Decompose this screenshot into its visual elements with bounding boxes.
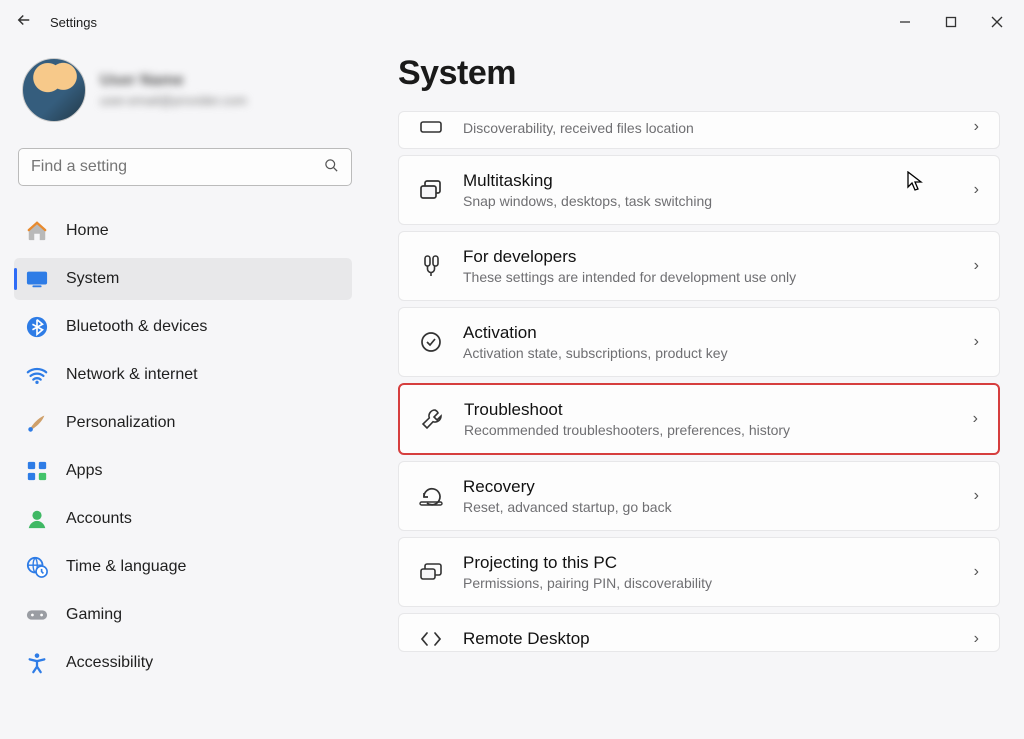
brush-icon <box>26 412 48 434</box>
accounts-icon <box>26 508 48 530</box>
wrench-icon <box>420 407 456 431</box>
chevron-right-icon: › <box>973 410 978 428</box>
close-button[interactable] <box>974 6 1020 38</box>
sidebar-item-label: Accounts <box>66 510 132 528</box>
system-icon <box>26 268 48 290</box>
minimize-button[interactable] <box>882 6 928 38</box>
sidebar-item-label: Bluetooth & devices <box>66 318 207 336</box>
chevron-right-icon: › <box>974 333 979 351</box>
check-circle-icon <box>419 330 455 354</box>
profile-name: User Name <box>100 72 247 90</box>
card-for-developers[interactable]: For developers These settings are intend… <box>398 231 1000 301</box>
sidebar-item-accessibility[interactable]: Accessibility <box>14 642 352 684</box>
chevron-right-icon: › <box>974 487 979 505</box>
card-nearby-sharing[interactable]: Discoverability, received files location… <box>398 111 1000 149</box>
profile-block[interactable]: User Name user.email@provider.com <box>18 54 352 136</box>
sidebar-item-label: System <box>66 270 119 288</box>
chevron-right-icon: › <box>974 630 979 648</box>
wifi-icon <box>26 364 48 386</box>
sidebar-item-label: Gaming <box>66 606 122 624</box>
card-title: Recovery <box>463 477 974 497</box>
home-icon <box>26 220 48 242</box>
bluetooth-icon <box>26 316 48 338</box>
card-troubleshoot[interactable]: Troubleshoot Recommended troubleshooters… <box>398 383 1000 455</box>
sidebar-item-label: Network & internet <box>66 366 198 384</box>
gamepad-icon <box>26 604 48 626</box>
sidebar-item-gaming[interactable]: Gaming <box>14 594 352 636</box>
globe-clock-icon <box>26 556 48 578</box>
card-subtitle: Activation state, subscriptions, product… <box>463 345 974 361</box>
dev-icon <box>419 254 455 278</box>
profile-email: user.email@provider.com <box>100 93 247 108</box>
sidebar-item-label: Time & language <box>66 558 186 576</box>
main-container: User Name user.email@provider.com Home <box>0 44 1024 739</box>
back-button[interactable] <box>4 11 44 34</box>
card-subtitle: Reset, advanced startup, go back <box>463 499 974 515</box>
nav-list: Home System Bluetooth & devices Network … <box>14 210 352 684</box>
card-title: Projecting to this PC <box>463 553 974 573</box>
page-title: System <box>398 54 1000 93</box>
maximize-button[interactable] <box>928 6 974 38</box>
accessibility-icon <box>26 652 48 674</box>
sidebar-item-label: Personalization <box>66 414 175 432</box>
project-icon <box>419 562 455 582</box>
apps-icon <box>26 460 48 482</box>
sidebar: User Name user.email@provider.com Home <box>0 44 370 739</box>
card-remote-desktop[interactable]: Remote Desktop › <box>398 613 1000 652</box>
search-icon <box>324 158 339 177</box>
sidebar-item-apps[interactable]: Apps <box>14 450 352 492</box>
settings-card-list: Discoverability, received files location… <box>398 111 1000 652</box>
window-controls <box>882 6 1020 38</box>
chevron-right-icon: › <box>974 563 979 581</box>
card-subtitle: These settings are intended for developm… <box>463 269 974 285</box>
sidebar-item-label: Accessibility <box>66 654 153 672</box>
sidebar-item-accounts[interactable]: Accounts <box>14 498 352 540</box>
card-projecting[interactable]: Projecting to this PC Permissions, pairi… <box>398 537 1000 607</box>
card-title: Activation <box>463 323 974 343</box>
search-box[interactable] <box>18 148 352 186</box>
search-input[interactable] <box>31 158 324 176</box>
sidebar-item-bluetooth[interactable]: Bluetooth & devices <box>14 306 352 348</box>
card-title: Multitasking <box>463 171 974 191</box>
card-activation[interactable]: Activation Activation state, subscriptio… <box>398 307 1000 377</box>
sidebar-item-home[interactable]: Home <box>14 210 352 252</box>
sidebar-item-label: Home <box>66 222 109 240</box>
sidebar-item-network[interactable]: Network & internet <box>14 354 352 396</box>
nearby-icon <box>419 118 455 136</box>
sidebar-item-label: Apps <box>66 462 102 480</box>
chevron-right-icon: › <box>974 181 979 199</box>
chevron-right-icon: › <box>974 118 979 136</box>
sidebar-item-system[interactable]: System <box>14 258 352 300</box>
card-subtitle: Discoverability, received files location <box>463 120 974 136</box>
titlebar: Settings <box>0 0 1024 44</box>
card-subtitle: Permissions, pairing PIN, discoverabilit… <box>463 575 974 591</box>
avatar <box>22 58 86 122</box>
card-recovery[interactable]: Recovery Reset, advanced startup, go bac… <box>398 461 1000 531</box>
card-subtitle: Recommended troubleshooters, preferences… <box>464 422 973 438</box>
card-subtitle: Snap windows, desktops, task switching <box>463 193 974 209</box>
multitask-icon <box>419 179 455 201</box>
card-title: Troubleshoot <box>464 400 973 420</box>
sidebar-item-personalization[interactable]: Personalization <box>14 402 352 444</box>
main-content: System Discoverability, received files l… <box>370 44 1024 739</box>
window-title: Settings <box>44 15 97 30</box>
recovery-icon <box>419 485 455 507</box>
card-multitasking[interactable]: Multitasking Snap windows, desktops, tas… <box>398 155 1000 225</box>
card-title: For developers <box>463 247 974 267</box>
sidebar-item-time-language[interactable]: Time & language <box>14 546 352 588</box>
remote-icon <box>419 629 455 649</box>
chevron-right-icon: › <box>974 257 979 275</box>
card-title: Remote Desktop <box>463 629 974 649</box>
